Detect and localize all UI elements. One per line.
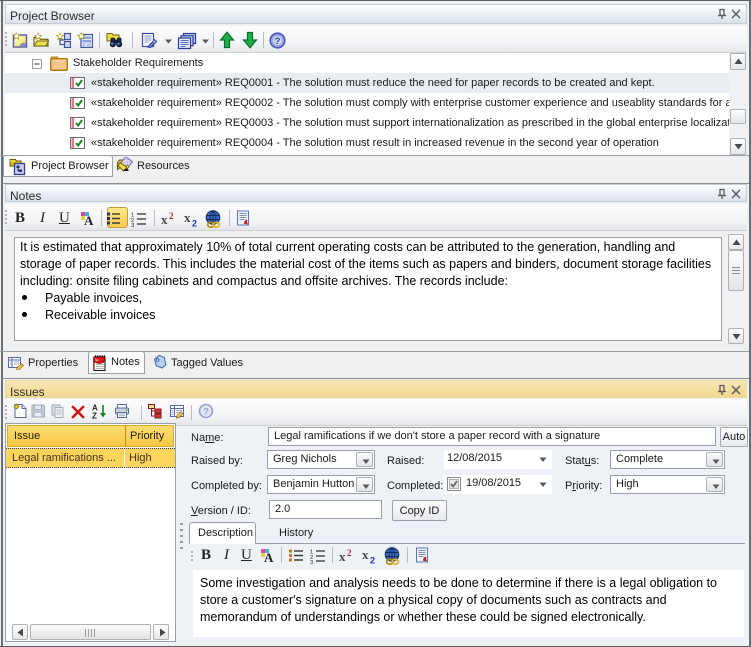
svg-text:2: 2	[370, 556, 375, 565]
svg-text:2: 2	[169, 211, 174, 221]
svg-text:x: x	[184, 211, 191, 225]
svg-text:2: 2	[347, 548, 352, 558]
svg-text:?: ?	[275, 36, 281, 47]
svg-text:x: x	[161, 212, 168, 227]
svg-text:x: x	[339, 549, 346, 564]
svg-text:2: 2	[192, 219, 197, 228]
svg-text:Z: Z	[92, 412, 97, 420]
svg-text:x: x	[362, 548, 369, 562]
svg-text:?: ?	[203, 407, 209, 418]
svg-text:3: 3	[310, 560, 313, 564]
svg-text:3: 3	[131, 223, 134, 227]
